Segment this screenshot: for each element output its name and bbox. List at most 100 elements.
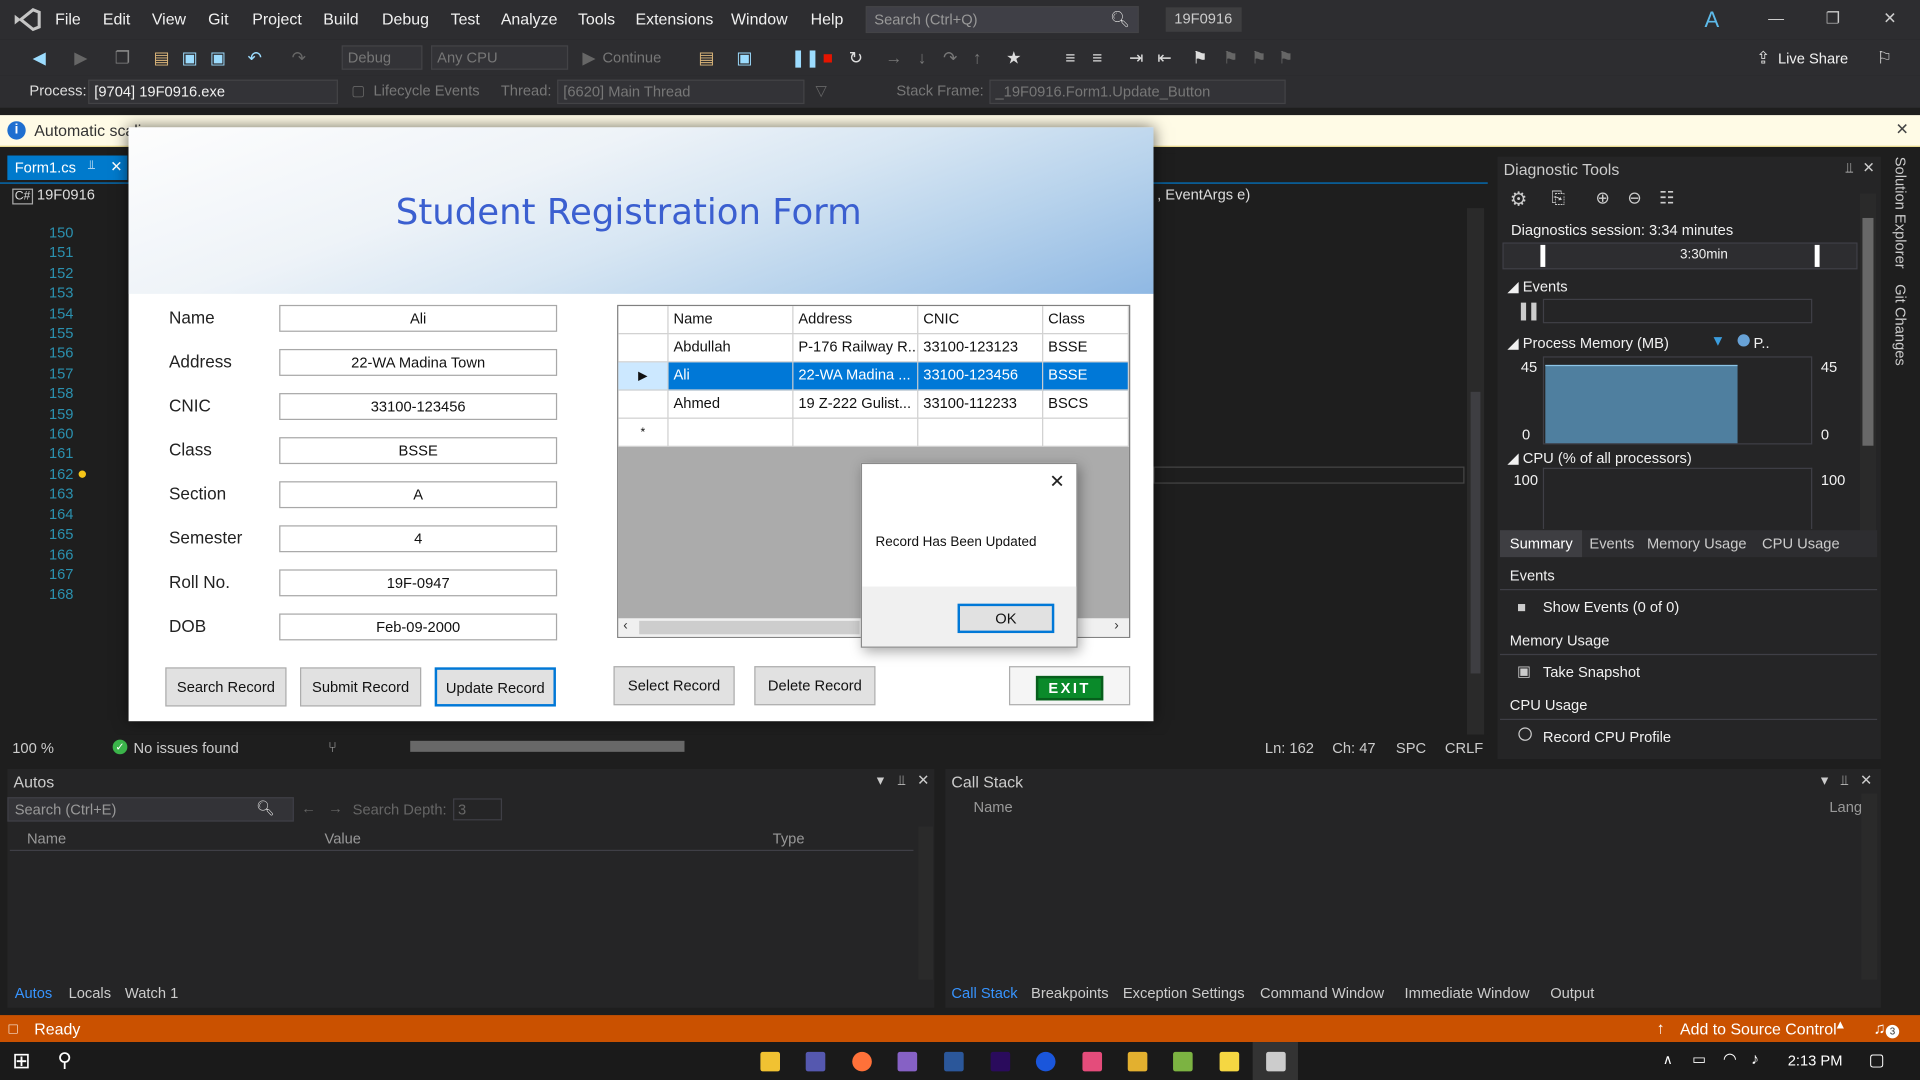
grid-scrollbar-thumb[interactable]: [639, 620, 860, 635]
callstack-col-lang[interactable]: Lang: [1829, 798, 1862, 815]
bookmark-icon[interactable]: ⚑: [1190, 48, 1210, 68]
take-snapshot-link[interactable]: Take Snapshot: [1543, 664, 1640, 681]
grid-column-header[interactable]: Class: [1043, 306, 1129, 335]
menu-view[interactable]: View: [152, 10, 186, 28]
exit-button[interactable]: EXIT: [1008, 666, 1131, 706]
search-icon[interactable]: 🔍︎: [256, 800, 275, 817]
tab-autos[interactable]: Autos: [15, 984, 53, 1001]
tab-call-stack[interactable]: Call Stack: [951, 984, 1017, 1001]
grid-cell-selected[interactable]: BSSE: [1043, 362, 1129, 391]
indent-icon[interactable]: ⇥: [1127, 48, 1147, 68]
column-indicator[interactable]: Ch: 47: [1332, 740, 1375, 757]
next-bookmark-icon[interactable]: ⚑: [1249, 48, 1269, 68]
close-window-icon[interactable]: ✕: [1883, 9, 1896, 29]
restore-icon[interactable]: ❐: [1826, 9, 1840, 29]
add-to-source-control-button[interactable]: Add to Source Control: [1680, 1020, 1837, 1038]
tab-summary[interactable]: Summary: [1500, 530, 1583, 558]
grid-cell[interactable]: 19 Z-222 Gulist...: [793, 390, 919, 419]
teams-icon[interactable]: [805, 1051, 826, 1072]
cnic-input[interactable]: 33100-123456: [279, 393, 558, 421]
menu-analyze[interactable]: Analyze: [501, 10, 558, 28]
feedback-icon[interactable]: ⚐: [1875, 48, 1895, 68]
name-input[interactable]: Ali: [279, 304, 558, 332]
update-record-button[interactable]: Update Record: [434, 667, 556, 707]
action-center-icon[interactable]: ▢: [1869, 1049, 1885, 1070]
open-folder-icon[interactable]: ▤: [697, 48, 717, 68]
memory-filter-icon[interactable]: ▼: [1711, 332, 1726, 349]
close-dialog-icon[interactable]: ✕: [1049, 470, 1064, 492]
winforms-app-icon[interactable]: [1266, 1051, 1286, 1072]
chevron-up-icon[interactable]: ▲: [1834, 1019, 1846, 1032]
continue-label[interactable]: Continue: [602, 49, 661, 66]
wifi-icon[interactable]: ◠: [1723, 1049, 1737, 1069]
close-panel-icon[interactable]: ✕: [1860, 771, 1872, 788]
pin-icon[interactable]: ⫫: [88, 159, 95, 172]
restart-icon[interactable]: ↻: [846, 48, 866, 68]
battery-icon[interactable]: ▭: [1692, 1051, 1706, 1068]
word-icon[interactable]: [944, 1051, 964, 1072]
tab-cpu-usage[interactable]: CPU Usage: [1762, 535, 1840, 552]
grid-cell-selected[interactable]: 22-WA Madina ...: [793, 362, 919, 391]
autos-scrollbar[interactable]: [918, 826, 934, 980]
grid-cell[interactable]: Ahmed: [668, 390, 794, 419]
hot-reload-icon[interactable]: ★: [1004, 48, 1024, 68]
search-depth-dropdown[interactable]: 3: [453, 798, 503, 821]
section-input[interactable]: A: [279, 481, 558, 509]
close-tab-icon[interactable]: ✕: [110, 158, 122, 175]
continue-icon[interactable]: ▶: [579, 48, 599, 68]
record-cpu-profile-link[interactable]: Record CPU Profile: [1543, 729, 1671, 746]
app-icon[interactable]: [1127, 1051, 1148, 1072]
grid-column-header[interactable]: Name: [668, 306, 794, 335]
select-record-button[interactable]: Select Record: [613, 666, 735, 706]
tab-immediate-window[interactable]: Immediate Window: [1404, 984, 1529, 1001]
global-search-input[interactable]: Search (Ctrl+Q) 🔍︎: [865, 6, 1139, 34]
grid-cell[interactable]: P-176 Railway R...: [793, 334, 919, 363]
pin-panel-icon[interactable]: ⫫: [1845, 159, 1853, 177]
platform-dropdown[interactable]: Any CPU: [431, 45, 569, 70]
semester-input[interactable]: 4: [279, 525, 558, 553]
grid-cell[interactable]: 33100-123123: [918, 334, 1044, 363]
app-icon[interactable]: [1035, 1051, 1056, 1072]
autos-col-type[interactable]: Type: [773, 830, 805, 847]
menu-help[interactable]: Help: [811, 10, 844, 28]
new-project-icon[interactable]: ❐: [113, 48, 133, 68]
menu-project[interactable]: Project: [252, 10, 302, 28]
tray-chevron-icon[interactable]: ∧: [1663, 1052, 1673, 1068]
lifecycle-events-dropdown[interactable]: Lifecycle Events: [373, 82, 479, 99]
grid-new-row-marker[interactable]: *: [618, 418, 669, 447]
pin-panel-icon[interactable]: ⫫: [1840, 771, 1848, 789]
member-nav-dropdown[interactable]: , EventArgs e): [1157, 186, 1463, 203]
forward-arrow-icon[interactable]: →: [328, 800, 343, 817]
grid-new-cell[interactable]: [668, 418, 794, 447]
grid-row-header-selected[interactable]: ▶: [618, 362, 669, 391]
diag-scrollbar[interactable]: [1860, 193, 1876, 537]
taskbar-search-icon[interactable]: ⚲: [58, 1048, 72, 1072]
comment-icon[interactable]: ≡: [1060, 48, 1080, 68]
show-events-link[interactable]: Show Events (0 of 0): [1543, 599, 1679, 616]
grid-cell-selected[interactable]: Ali: [668, 362, 794, 391]
notifications-icon[interactable]: ♫: [1873, 1019, 1885, 1037]
grid-cell[interactable]: Abdullah: [668, 334, 794, 363]
pin-panel-icon[interactable]: ⫫: [898, 771, 906, 789]
screenshot-icon[interactable]: ▣: [735, 48, 755, 68]
scroll-left-icon[interactable]: ‹: [623, 618, 627, 633]
navigate-forward-icon[interactable]: ▶: [71, 48, 91, 68]
spacing-indicator[interactable]: SPC: [1396, 740, 1426, 757]
menu-edit[interactable]: Edit: [103, 10, 130, 28]
clock[interactable]: 2:13 PM: [1788, 1052, 1843, 1069]
live-share-icon[interactable]: ⇪: [1753, 48, 1773, 68]
git-changes-tab[interactable]: Git Changes: [1892, 284, 1909, 366]
show-next-statement-icon[interactable]: →: [884, 48, 904, 68]
active-app-highlight[interactable]: [1252, 1042, 1298, 1080]
settings-gear-icon[interactable]: ⚙: [1510, 187, 1528, 211]
callstack-scrollbar[interactable]: [1861, 793, 1878, 980]
filter-icon[interactable]: ▽: [816, 82, 827, 99]
panel-menu-icon[interactable]: ▾: [1821, 771, 1828, 788]
menu-file[interactable]: File: [55, 10, 81, 28]
menu-git[interactable]: Git: [208, 10, 228, 28]
submit-record-button[interactable]: Submit Record: [300, 667, 422, 707]
tab-exception-settings[interactable]: Exception Settings: [1123, 984, 1245, 1001]
timeline-ruler[interactable]: 3:30min: [1502, 242, 1858, 270]
volume-icon[interactable]: ♪: [1751, 1049, 1759, 1067]
step-into-icon[interactable]: ↓: [912, 48, 932, 68]
